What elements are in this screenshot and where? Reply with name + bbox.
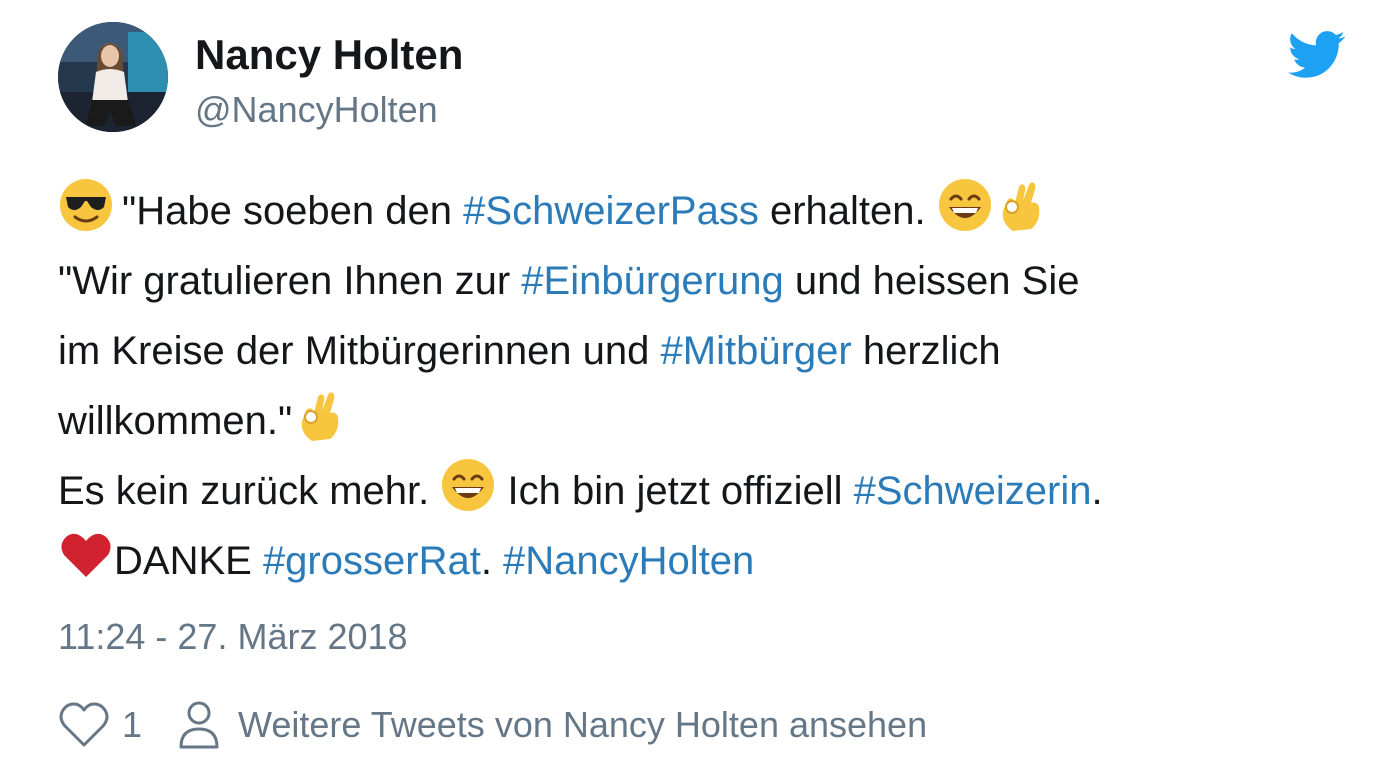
tweet-text-segment: .: [480, 539, 504, 583]
hashtag-link[interactable]: #Mitbürger: [661, 329, 852, 373]
tweet-text-segment: DANKE: [114, 539, 263, 583]
ok-hand-emoji: [993, 177, 1049, 233]
red-heart-emoji: [58, 527, 114, 583]
heart-outline-icon[interactable]: [58, 701, 110, 749]
hashtag-link[interactable]: #grosserRat: [263, 539, 481, 583]
tweet-line-6: DANKE #grosserRat. #NancyHolten: [58, 526, 1358, 596]
tweet-text-segment: erhalten.: [758, 189, 937, 233]
tweet-line-3: im Kreise der Mitbürgerinnen und #Mitbür…: [58, 316, 1358, 386]
like-count[interactable]: 1: [122, 704, 142, 746]
tweet-text-segment: "Wir gratulieren Ihnen zur: [58, 259, 522, 303]
smiling-face-with-sunglasses-emoji: [58, 177, 114, 233]
tweet-text-segment: und heissen Sie: [783, 259, 1080, 303]
tweet-text-segment: .: [1091, 469, 1103, 513]
tweet-timestamp[interactable]: 11:24 - 27. März 2018: [58, 612, 408, 662]
tweet-line-2: "Wir gratulieren Ihnen zur #Einbürgerung…: [58, 246, 1358, 316]
tweet-card: Nancy Holten @NancyHolten "Habe soeben d…: [0, 0, 1400, 778]
grinning-face-with-smiling-eyes-emoji: [440, 457, 496, 513]
tweet-line-4: willkommen.": [58, 386, 1358, 456]
ok-hand-emoji: [292, 387, 348, 443]
avatar[interactable]: [58, 22, 168, 132]
tweet-text-segment: "Habe soeben den: [122, 189, 464, 233]
tweet-text-segment: willkommen.": [58, 399, 293, 443]
twitter-bird-icon[interactable]: [1288, 30, 1346, 80]
tweet-text-segment: Ich bin jetzt offiziell: [496, 469, 854, 513]
tweet-text: "Habe soeben den #SchweizerPass erhalten…: [58, 176, 1358, 596]
author-name[interactable]: Nancy Holten: [195, 30, 463, 80]
hashtag-link[interactable]: #Schweizerin: [854, 469, 1092, 513]
hashtag-link[interactable]: #NancyHolten: [503, 539, 754, 583]
tweet-line-1: "Habe soeben den #SchweizerPass erhalten…: [58, 176, 1358, 246]
tweet-line-5: Es kein zurück mehr. Ich bin jetzt offiz…: [58, 456, 1358, 526]
tweet-text-segment: Es kein zurück mehr.: [58, 469, 441, 513]
tweet-text-segment: im Kreise der Mitbürgerinnen und: [58, 329, 661, 373]
person-outline-icon: [179, 701, 219, 749]
hashtag-link[interactable]: #Einbürgerung: [521, 259, 783, 303]
tweet-text-segment: herzlich: [851, 329, 1001, 373]
hashtag-link[interactable]: #SchweizerPass: [463, 189, 759, 233]
view-more-tweets-link[interactable]: Weitere Tweets von Nancy Holten ansehen: [238, 704, 927, 746]
author-handle[interactable]: @NancyHolten: [195, 88, 438, 132]
grinning-face-with-smiling-eyes-emoji: [937, 177, 993, 233]
tweet-actions: 1 Weitere Tweets von Nancy Holten ansehe…: [58, 698, 927, 752]
